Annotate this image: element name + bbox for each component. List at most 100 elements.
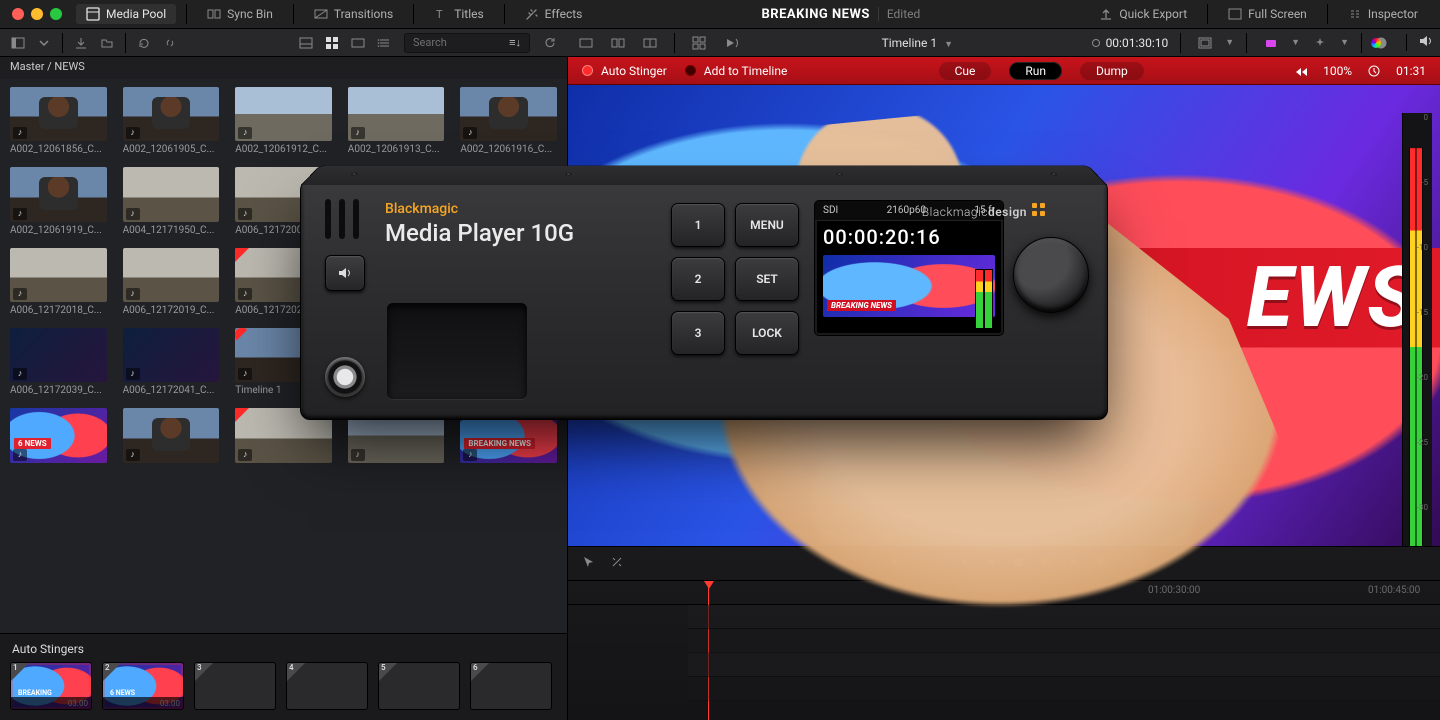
stinger-slot[interactable]: 5 <box>378 662 460 710</box>
run-button[interactable]: Run <box>1009 62 1062 80</box>
clip-name: A006_12172039_C... <box>10 385 107 396</box>
quick-export-button[interactable]: Quick Export <box>1089 4 1197 24</box>
clip-thumb[interactable] <box>123 167 220 221</box>
play-button[interactable] <box>1039 555 1054 573</box>
clip-item[interactable]: A002_12061916_C... <box>460 87 557 155</box>
refresh-icon[interactable] <box>132 32 156 54</box>
meter-tick: -20 <box>1407 373 1428 382</box>
clip-item[interactable]: A002_12061919_C... <box>10 167 107 235</box>
color-wheel-icon[interactable] <box>1374 32 1398 54</box>
tool-arrow-icon[interactable] <box>582 555 596 572</box>
viewer-mode-3-icon[interactable] <box>638 32 662 54</box>
clip-item[interactable]: 6 NEWS <box>10 408 107 465</box>
effects-tab[interactable]: Effects <box>515 4 593 24</box>
next-edit-icon[interactable] <box>915 555 929 572</box>
device-btn-3: 3 <box>671 311 725 355</box>
metadata-view-icon[interactable] <box>294 32 318 54</box>
replay-icon[interactable] <box>719 32 743 54</box>
chevron-down-icon[interactable]: ▼ <box>1340 37 1349 48</box>
clip-item[interactable]: A006_12172039_C... <box>10 328 107 396</box>
inspector-button[interactable]: Inspector <box>1338 4 1428 24</box>
sync-bin-tab[interactable]: Sync Bin <box>197 4 283 24</box>
loop-icon[interactable] <box>1136 555 1150 572</box>
mute-button[interactable] <box>1406 34 1434 51</box>
media-pool-tab[interactable]: Media Pool <box>76 4 176 24</box>
clip-item[interactable] <box>123 408 220 465</box>
close-icon[interactable] <box>12 8 24 20</box>
timecode-display[interactable]: 00:01:30:10 <box>1106 36 1169 50</box>
import-icon[interactable] <box>69 32 93 54</box>
stinger-slot[interactable]: 26 NEWS03.00 <box>102 662 184 710</box>
clip-item[interactable]: A002_12061856_C... <box>10 87 107 155</box>
chevron-down-icon[interactable] <box>32 32 56 54</box>
speed-value: 100% <box>1323 64 1352 78</box>
clip-thumb[interactable] <box>123 87 220 141</box>
record-dot-icon <box>1092 39 1100 47</box>
clip-thumb[interactable] <box>123 328 220 382</box>
add-to-timeline-toggle[interactable]: Add to Timeline <box>685 64 788 78</box>
clip-item[interactable]: A006_12172019_C... <box>123 248 220 316</box>
clip-item[interactable]: A002_12061912_C... <box>235 87 332 155</box>
step-fwd-icon[interactable] <box>1068 555 1082 572</box>
stinger-slot[interactable]: 6 <box>470 662 552 710</box>
strip-view-icon[interactable] <box>346 32 370 54</box>
clip-item[interactable]: A006_12172041_C... <box>123 328 220 396</box>
stop-icon[interactable] <box>1011 555 1025 572</box>
minimize-icon[interactable] <box>31 8 43 20</box>
chevron-down-icon[interactable]: ▼ <box>1291 37 1300 48</box>
bypass-fx-icon[interactable] <box>1259 32 1283 54</box>
go-end-icon[interactable] <box>1096 555 1110 572</box>
breadcrumb[interactable]: Master / NEWS <box>0 57 567 79</box>
timeline-ruler[interactable]: 01:00:15:0001:00:30:0001:00:45:0001:01:0… <box>568 581 1440 605</box>
link-icon[interactable] <box>158 32 182 54</box>
sparkle-icon[interactable] <box>1308 32 1332 54</box>
viewer-mode-1-icon[interactable] <box>574 32 598 54</box>
clip-thumb[interactable] <box>460 87 557 141</box>
clip-thumb[interactable]: 6 NEWS <box>10 408 107 462</box>
transitions-icon <box>314 7 328 21</box>
clip-item[interactable]: A004_12171950_C... <box>123 167 220 235</box>
full-screen-button[interactable]: Full Screen <box>1218 4 1317 24</box>
viewer-mode-2-icon[interactable] <box>606 32 630 54</box>
reload-icon[interactable] <box>538 32 562 54</box>
clip-thumb[interactable] <box>235 87 332 141</box>
clip-item[interactable]: A002_12061913_C... <box>348 87 445 155</box>
clip-item[interactable]: A006_12172018_C... <box>10 248 107 316</box>
stinger-slot[interactable]: 4 <box>286 662 368 710</box>
search-input[interactable]: Search ≡↓ <box>404 33 530 53</box>
sidebar-toggle-icon[interactable] <box>6 32 30 54</box>
safe-area-icon[interactable] <box>1193 32 1217 54</box>
dump-button[interactable]: Dump <box>1080 62 1144 80</box>
zoom-icon[interactable] <box>50 8 62 20</box>
prev-edit-icon[interactable] <box>859 555 873 572</box>
clip-thumb[interactable] <box>10 328 107 382</box>
titles-tab[interactable]: T Titles <box>424 4 493 24</box>
list-view-icon[interactable] <box>372 32 396 54</box>
clip-thumb[interactable] <box>123 248 220 302</box>
effects-label: Effects <box>545 7 583 21</box>
auto-stinger-toggle[interactable]: Auto Stinger <box>582 64 667 78</box>
transitions-tab[interactable]: Transitions <box>304 4 403 24</box>
window-controls[interactable] <box>12 8 62 20</box>
stinger-slot[interactable]: 1BREAKING03.00 <box>10 662 92 710</box>
tool-blade-icon[interactable] <box>610 555 624 572</box>
stinger-slot[interactable]: 3 <box>194 662 276 710</box>
marker-dot-icon[interactable] <box>887 555 901 572</box>
clip-thumb[interactable] <box>123 408 220 462</box>
clip-thumb[interactable] <box>10 87 107 141</box>
viewer-grid-icon[interactable] <box>687 32 711 54</box>
ruler-mark: 01:00:30:00 <box>1148 585 1200 596</box>
timeline-selector[interactable]: Timeline 1 ▼ <box>751 36 1084 50</box>
sort-icon[interactable]: ≡↓ <box>509 36 521 49</box>
chevron-down-icon[interactable]: ▼ <box>1225 37 1234 48</box>
clip-thumb[interactable] <box>10 167 107 221</box>
thumb-view-icon[interactable] <box>320 32 344 54</box>
step-back-icon[interactable] <box>983 555 997 572</box>
clip-thumb[interactable] <box>10 248 107 302</box>
go-start-icon[interactable] <box>955 555 969 572</box>
timeline-tracks[interactable] <box>568 605 1440 720</box>
new-bin-icon[interactable] <box>95 32 119 54</box>
clip-item[interactable]: A002_12061905_C... <box>123 87 220 155</box>
clip-thumb[interactable] <box>348 87 445 141</box>
cue-button[interactable]: Cue <box>939 62 992 80</box>
